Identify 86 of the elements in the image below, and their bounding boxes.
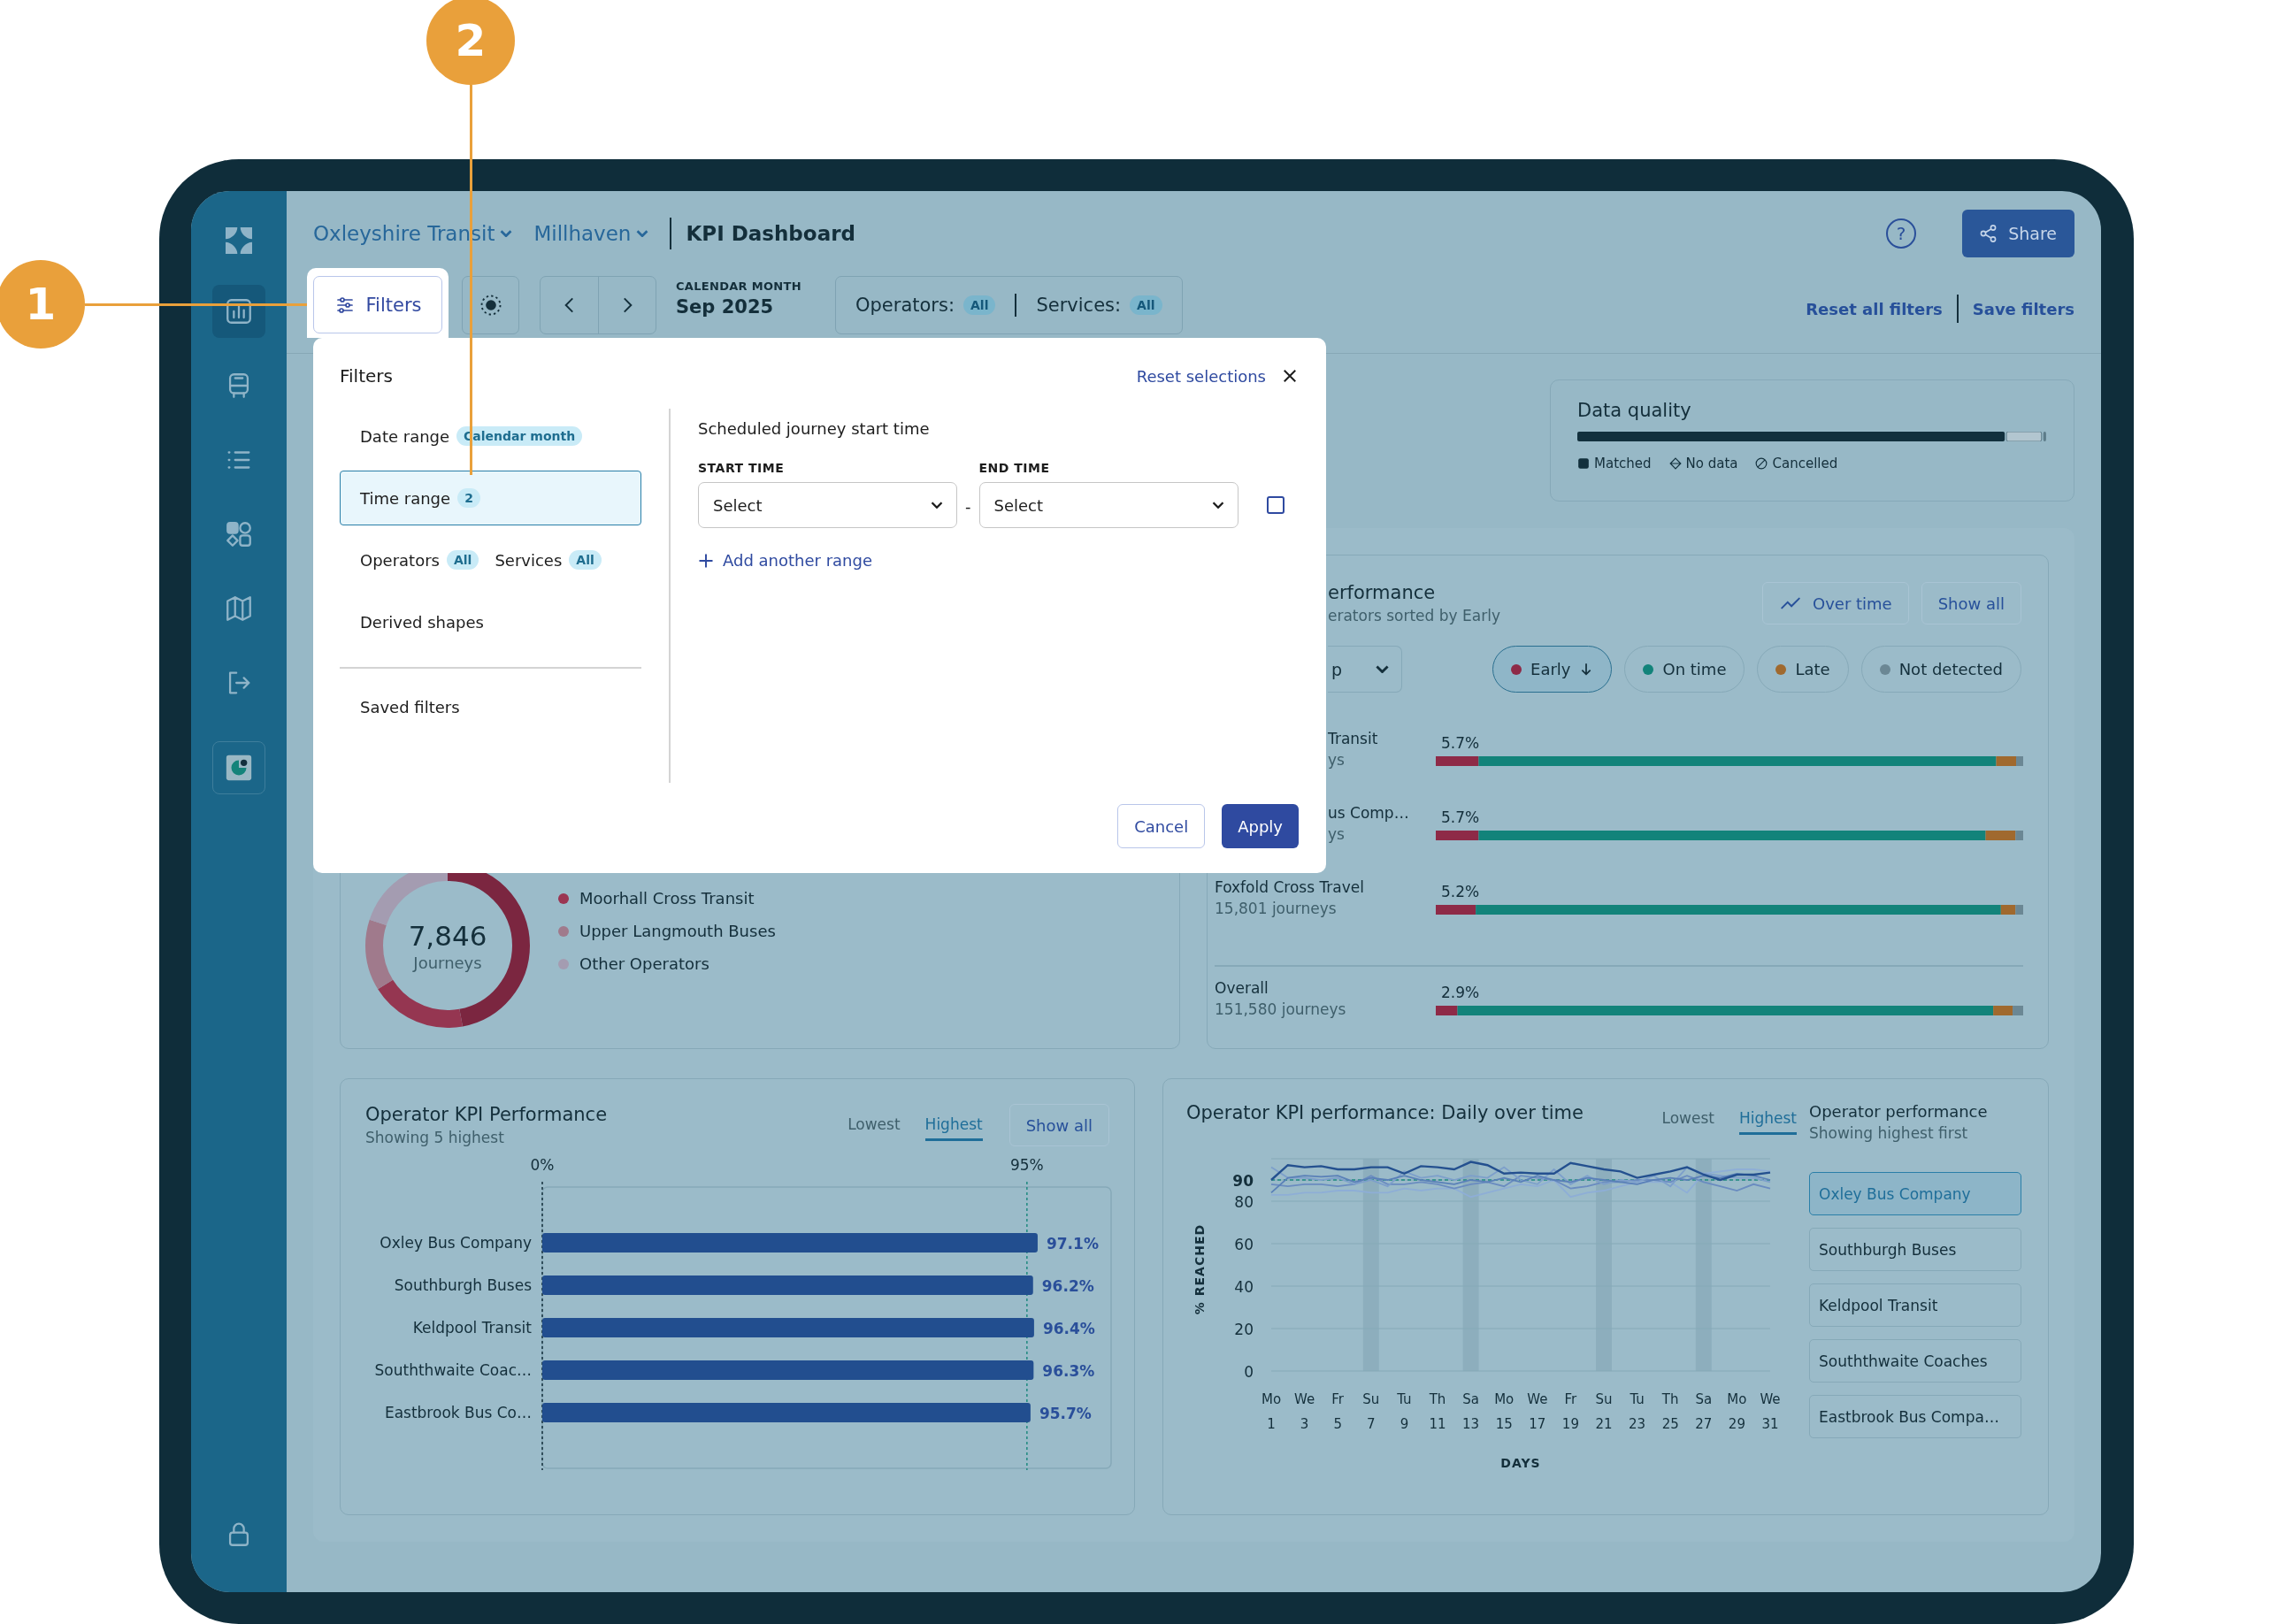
value-label: 96.4% (1042, 1320, 1095, 1337)
popup-title: Filters (340, 365, 393, 387)
legend-label: No data (1685, 456, 1738, 471)
value-label: 96.3% (1042, 1362, 1095, 1380)
section-label: Derived shapes (360, 612, 484, 632)
early-percentage: 5.7% (1441, 808, 1480, 826)
value-label: 97.1% (1046, 1235, 1099, 1252)
scope-label: Services: (1036, 295, 1122, 316)
axis-tick-label: 90 (1232, 1172, 1254, 1190)
axis-tick-label: Sa 27 (1695, 1391, 1713, 1432)
category-label: Eastbrook Bus Co… (384, 1404, 532, 1421)
journey-count: 151,580 journeys (1215, 1000, 1347, 1018)
section-badge: All (446, 550, 479, 570)
list-subtitle: Showing highest first (1809, 1124, 1969, 1142)
field-label: END TIME (978, 461, 1051, 475)
section-label: Services (495, 550, 563, 570)
card-title: Operator KPI performance: Daily over time (1186, 1102, 1584, 1123)
axis-tick-label: Mo 15 (1494, 1391, 1515, 1432)
axis-tick-label: Tu 23 (1629, 1391, 1646, 1432)
value-label: 96.2% (1041, 1277, 1094, 1295)
axis-tick-label: Fr 5 (1331, 1391, 1345, 1432)
legend-label: Upper Langmouth Buses (579, 922, 776, 940)
legend-label: Cancelled (1772, 456, 1838, 471)
axis-tick-label: 0% (530, 1156, 555, 1174)
early-percentage: 5.7% (1441, 734, 1480, 752)
period-value: Sep 2025 (676, 296, 775, 318)
card-title: Data quality (1577, 400, 1692, 421)
range-separator: - (965, 497, 971, 516)
section-label: Date range (360, 426, 450, 446)
scope-badge: All (963, 295, 996, 315)
axis-tick-label: Su 7 (1362, 1391, 1380, 1432)
step-marker: 1 (0, 260, 85, 349)
journey-unit: Journeys (413, 953, 482, 972)
axis-tick-label: Mo 29 (1727, 1391, 1747, 1432)
axis-tick-label: We 31 (1760, 1391, 1781, 1432)
early-percentage: 5.2% (1441, 883, 1480, 900)
axis-tick-label: 40 (1234, 1278, 1254, 1296)
category-label: Souththwaite Coac… (374, 1361, 532, 1379)
axis-tick-label: Tu 9 (1397, 1391, 1412, 1432)
card-subtitle: erators sorted by Early (1328, 607, 1500, 624)
journey-count: 15,801 journeys (1215, 900, 1338, 917)
legend-label: Moorhall Cross Transit (579, 889, 755, 908)
legend-label: Other Operators (579, 954, 709, 973)
journey-total: 7,846 (408, 919, 487, 952)
legend-label: Matched (1594, 456, 1652, 471)
operator-name: Overall (1215, 979, 1269, 997)
axis-tick-label: Th 11 (1429, 1391, 1446, 1432)
journey-count: ys (1328, 751, 1346, 769)
axis-tick-label: 95% (1009, 1156, 1044, 1174)
section-label: Operators (360, 550, 440, 570)
page-title: KPI Dashboard (686, 221, 855, 245)
period-label: CALENDAR MONTH (676, 280, 802, 293)
axis-title: % REACHED (1193, 1223, 1207, 1315)
section-heading: Scheduled journey start time (698, 419, 931, 438)
section-badge: 2 (457, 488, 480, 508)
card-title: Operator KPI Performance (365, 1104, 608, 1125)
step-marker: 2 (426, 0, 515, 85)
value-label: 95.7% (1039, 1405, 1092, 1422)
operator-name: Transit (1328, 730, 1379, 747)
early-percentage: 2.9% (1441, 984, 1480, 1001)
list-title: Operator performance (1809, 1102, 1989, 1121)
axis-tick-label: Mo 1 (1261, 1391, 1282, 1432)
axis-tick-label: Sa 13 (1462, 1391, 1480, 1432)
axis-tick-label: 20 (1234, 1321, 1254, 1338)
category-label: Oxley Bus Company (380, 1234, 532, 1252)
axis-tick-label: Su 21 (1595, 1391, 1613, 1432)
scope-badge: All (1130, 295, 1162, 315)
card-title: erformance (1328, 582, 1437, 603)
axis-tick-label: Th 25 (1661, 1391, 1679, 1432)
axis-tick-label: 0 (1244, 1363, 1254, 1381)
axis-tick-label: 60 (1234, 1236, 1254, 1253)
field-label: START TIME (698, 461, 786, 475)
axis-title: DAYS (1500, 1456, 1541, 1470)
journey-count: ys (1328, 825, 1346, 843)
scope-label: Operators: (855, 295, 955, 316)
category-label: Keldpool Transit (412, 1319, 532, 1337)
category-label: Southburgh Buses (394, 1276, 532, 1294)
axis-tick-label: We 3 (1294, 1391, 1315, 1432)
section-label: Time range (360, 488, 451, 508)
section-badge: All (569, 550, 602, 570)
axis-tick-label: Fr 19 (1561, 1391, 1579, 1432)
operator-name: Foxfold Cross Travel (1215, 878, 1365, 896)
axis-tick-label: We 17 (1527, 1391, 1548, 1432)
card-subtitle: Showing 5 highest (365, 1129, 505, 1146)
axis-tick-label: 80 (1234, 1193, 1254, 1211)
operator-name: us Comp… (1328, 804, 1410, 822)
